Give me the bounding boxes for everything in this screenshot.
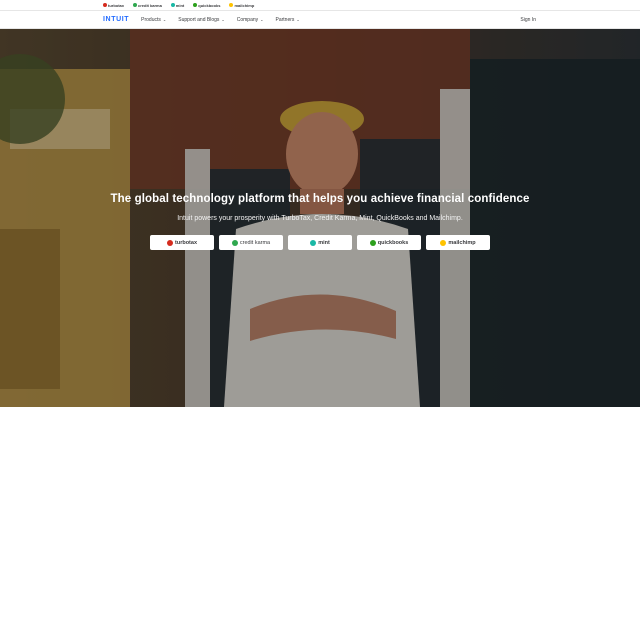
product-link-mint[interactable]: mint bbox=[170, 2, 185, 8]
sign-in-link[interactable]: Sign In bbox=[520, 17, 536, 23]
nav-menu: Products ⌄ Support and Blogs ⌄ Company ⌄… bbox=[141, 17, 520, 23]
nav-item-partners[interactable]: Partners ⌄ bbox=[276, 17, 300, 23]
credit-karma-logo-icon bbox=[133, 3, 137, 7]
product-link-credit-karma[interactable]: credit karma bbox=[133, 3, 162, 8]
product-button-label: credit karma bbox=[239, 239, 271, 246]
nav-item-label: Partners bbox=[275, 16, 295, 23]
hero-subtitle: Intuit powers your prosperity with Turbo… bbox=[177, 215, 463, 222]
turbotax-logo-icon bbox=[103, 3, 107, 7]
intuit-logo[interactable]: INTUIT bbox=[103, 16, 129, 23]
nav-item-company[interactable]: Company ⌄ bbox=[237, 17, 264, 23]
product-strip: turbotax credit karma mint quickbooks ma… bbox=[0, 0, 640, 10]
hero-title: The global technology platform that help… bbox=[110, 193, 530, 205]
mailchimp-logo-icon bbox=[229, 3, 234, 7]
mailchimp-logo-icon bbox=[440, 239, 447, 246]
quickbooks-button[interactable]: quickbooks bbox=[357, 235, 421, 250]
mailchimp-button[interactable]: mailchimp bbox=[426, 235, 490, 250]
chevron-down-icon: ⌄ bbox=[221, 17, 225, 22]
product-button-label: turbotax bbox=[175, 239, 197, 246]
nav-item-support-and-blogs[interactable]: Support and Blogs ⌄ bbox=[178, 17, 225, 23]
product-link-label: turbotax bbox=[108, 2, 124, 8]
product-link-label: quickbooks bbox=[198, 2, 221, 8]
mint-button[interactable]: mint bbox=[288, 235, 352, 250]
page-body-empty bbox=[0, 407, 640, 640]
turbotax-logo-icon bbox=[167, 239, 173, 246]
nav-item-products[interactable]: Products ⌄ bbox=[141, 17, 166, 23]
nav-item-label: Company bbox=[236, 16, 259, 23]
product-link-turbotax[interactable]: turbotax bbox=[103, 3, 124, 8]
quickbooks-logo-icon bbox=[193, 3, 198, 7]
credit-karma-logo-icon bbox=[231, 239, 238, 246]
global-nav: INTUIT Products ⌄ Support and Blogs ⌄ Co… bbox=[0, 10, 640, 29]
product-link-label: mailchimp bbox=[234, 2, 255, 8]
product-link-mailchimp[interactable]: mailchimp bbox=[229, 3, 254, 8]
nav-item-label: Products bbox=[141, 16, 161, 23]
product-link-label: credit karma bbox=[138, 2, 162, 8]
hero-content: The global technology platform that help… bbox=[0, 193, 640, 250]
product-link-quickbooks[interactable]: quickbooks bbox=[193, 3, 220, 8]
product-link-label: mint bbox=[175, 2, 185, 8]
product-button-label: quickbooks bbox=[377, 239, 409, 246]
chevron-down-icon: ⌄ bbox=[162, 17, 167, 22]
chevron-down-icon: ⌄ bbox=[296, 17, 300, 22]
chevron-down-icon: ⌄ bbox=[260, 17, 264, 22]
turbotax-button[interactable]: turbotax bbox=[150, 235, 214, 250]
credit-karma-button[interactable]: credit karma bbox=[219, 235, 283, 250]
product-button-label: mailchimp bbox=[448, 239, 476, 246]
nav-item-label: Support and Blogs bbox=[178, 16, 220, 23]
product-buttons: turbotax credit karma mint quickbooks ma… bbox=[0, 235, 640, 250]
mint-logo-icon bbox=[310, 239, 317, 246]
product-button-label: mint bbox=[318, 239, 330, 246]
quickbooks-logo-icon bbox=[369, 239, 376, 246]
mint-logo-icon bbox=[170, 3, 175, 7]
hero-banner: The global technology platform that help… bbox=[0, 29, 640, 407]
